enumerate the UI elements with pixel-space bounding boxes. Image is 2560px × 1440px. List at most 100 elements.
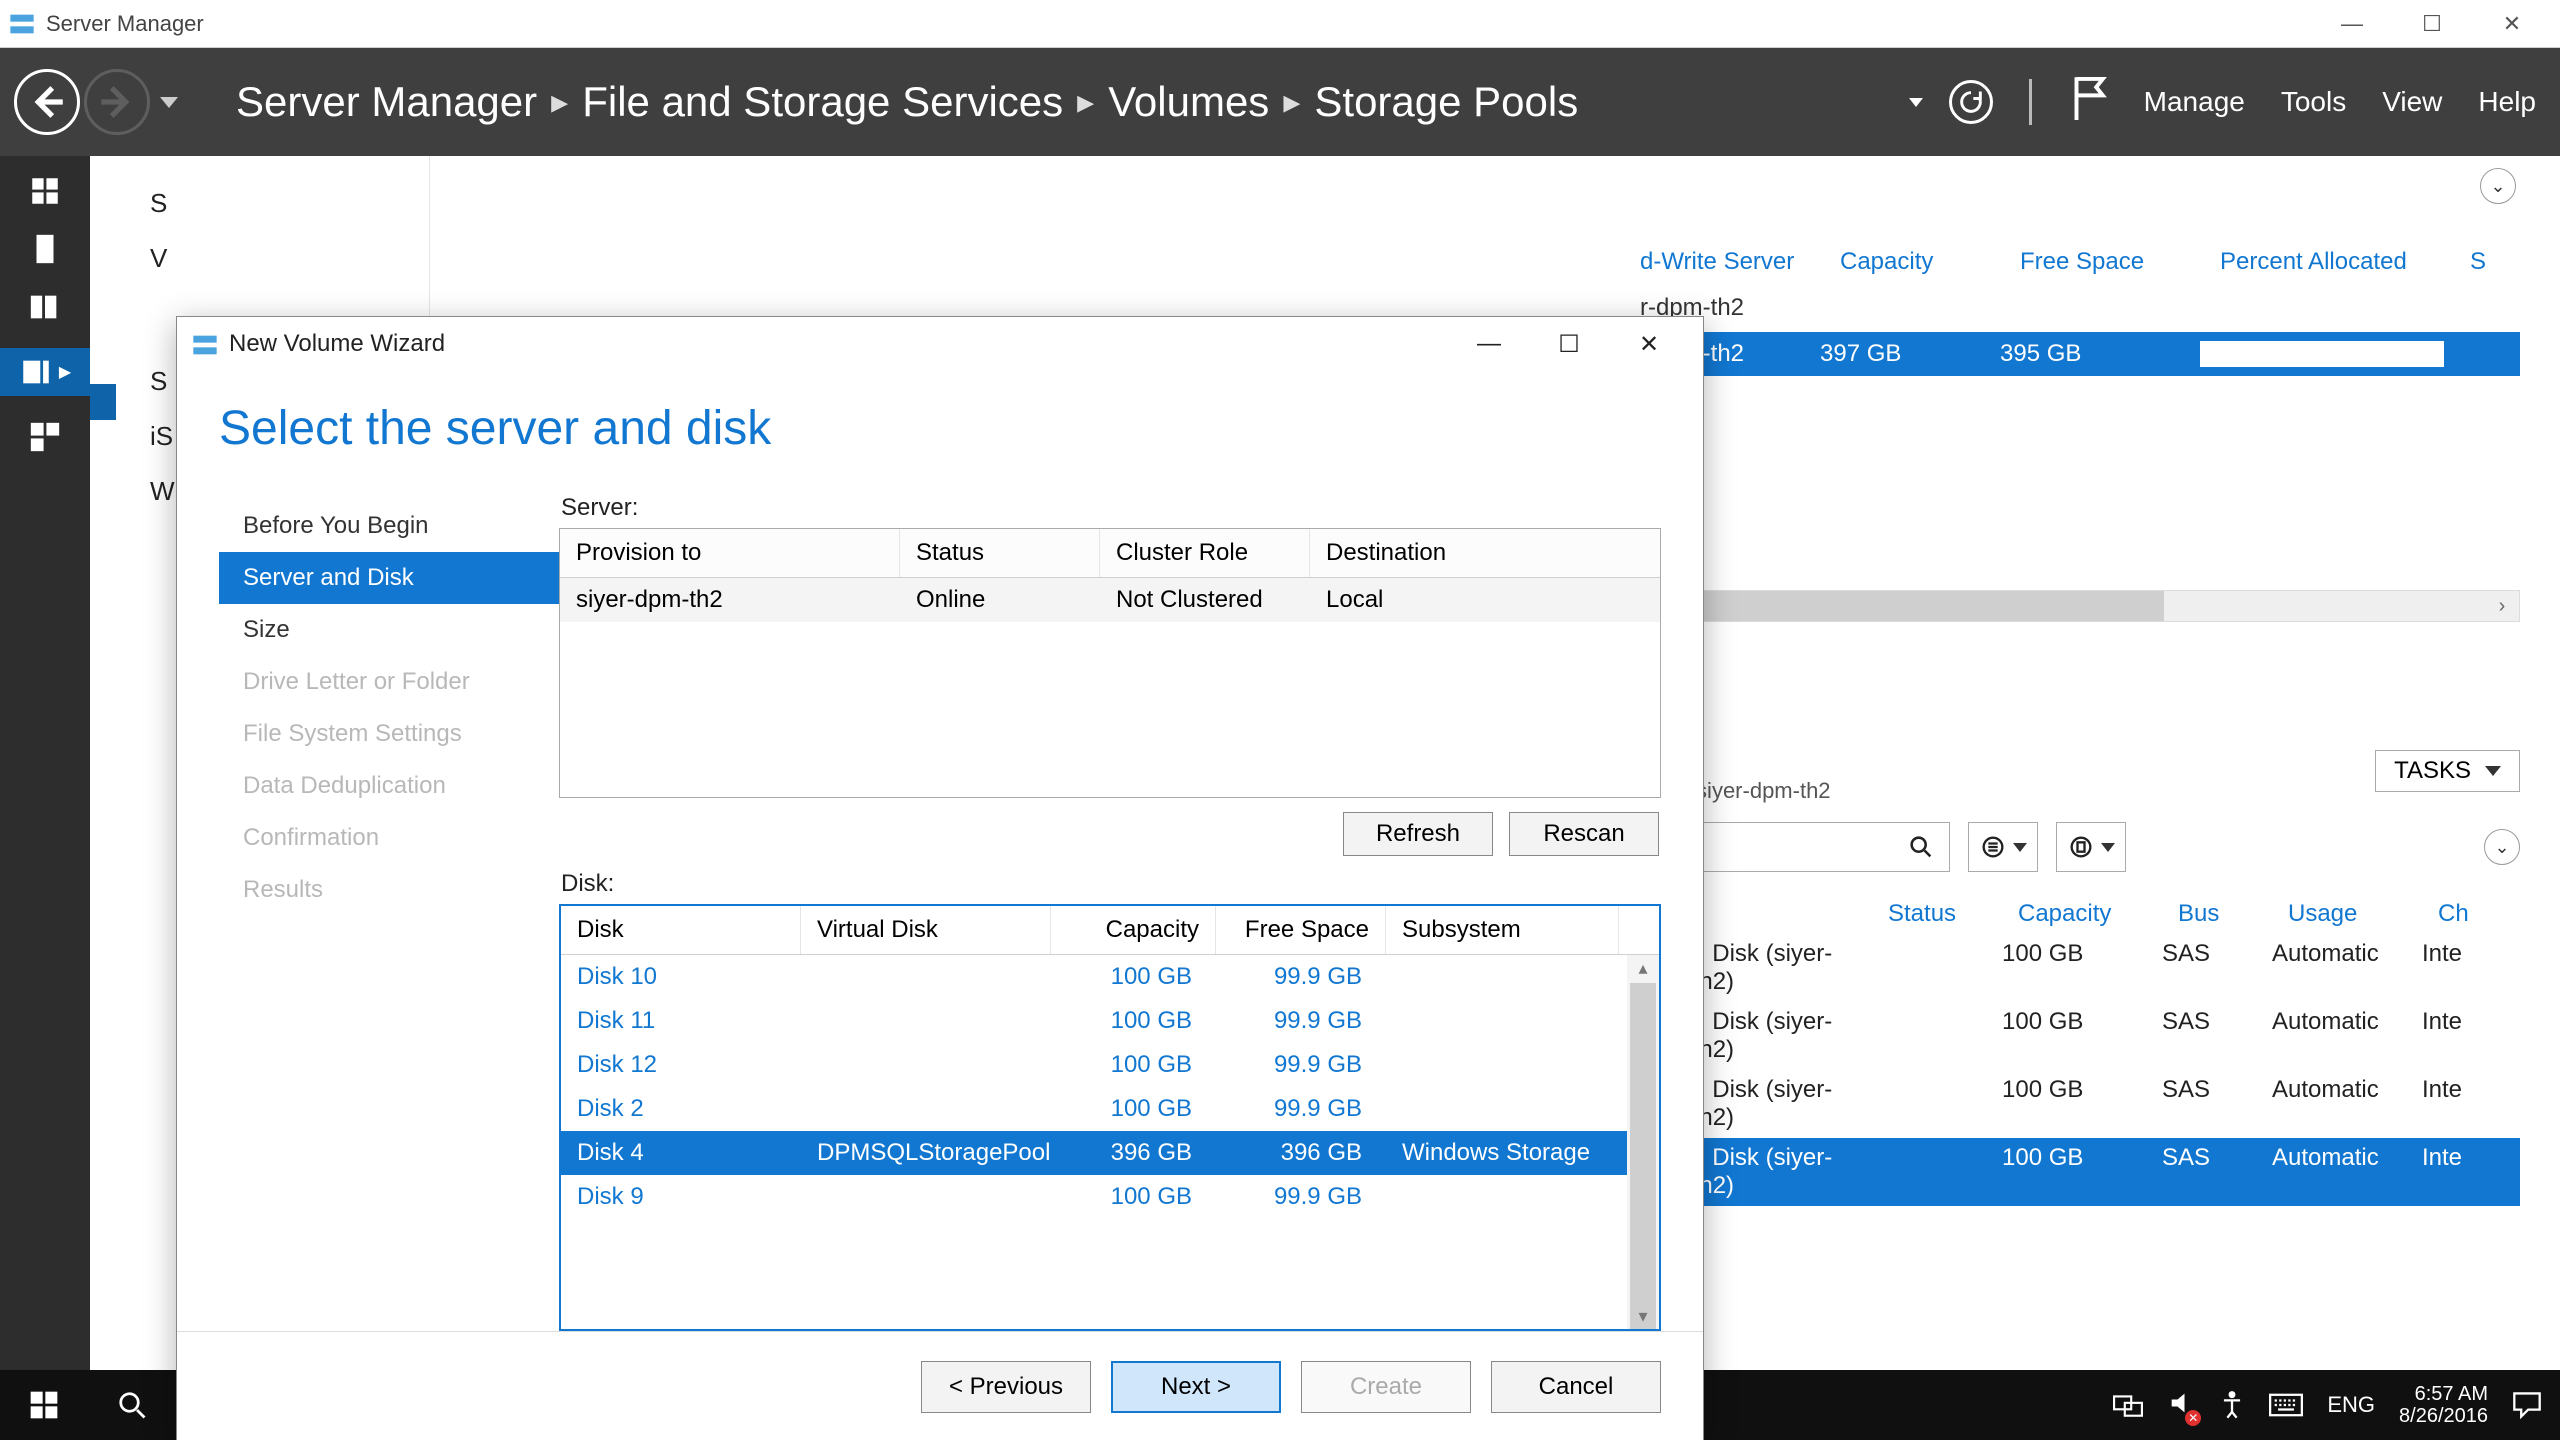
tray-volume-icon[interactable]: ✕ xyxy=(2167,1389,2195,1422)
header-dropdown-icon[interactable] xyxy=(1909,98,1923,107)
vdisk-status xyxy=(1872,1076,2002,1132)
expand-toggle[interactable]: ⌄ xyxy=(2484,829,2520,865)
disks-panel-row[interactable]: Virtual Disk (siyer-dpm-th2)100 GBSASAut… xyxy=(1630,934,2520,1002)
scol-role[interactable]: Cluster Role xyxy=(1100,529,1310,577)
menu-manage[interactable]: Manage xyxy=(2144,86,2245,118)
disk-name: Disk 4 xyxy=(561,1131,801,1175)
disk-row[interactable]: Disk 12100 GB99.9 GB xyxy=(561,1043,1659,1087)
server-row[interactable]: siyer-dpm-th2 Online Not Clustered Local xyxy=(560,578,1660,622)
crumb-2[interactable]: Volumes xyxy=(1108,78,1269,126)
menu-view[interactable]: View xyxy=(2382,86,2442,118)
host-close-button[interactable]: ✕ xyxy=(2472,0,2552,48)
disk-grid: Disk Virtual Disk Capacity Free Space Su… xyxy=(559,904,1661,1331)
disk-capacity: 100 GB xyxy=(1051,955,1216,999)
pool-row-selected[interactable]: r-dpm-th2 397 GB 395 GB xyxy=(1630,332,2520,376)
disk-subsystem xyxy=(1386,999,1619,1043)
dcol-ch[interactable]: Ch xyxy=(2430,894,2520,934)
scroll-up-arrow[interactable]: ▴ xyxy=(1627,955,1659,981)
tray-action-center-icon[interactable] xyxy=(2512,1391,2542,1419)
nav-item-1[interactable]: V xyxy=(150,241,429,276)
disk-subsystem xyxy=(1386,1087,1619,1131)
dcol-bus[interactable]: Bus xyxy=(2170,894,2280,934)
dcol-capacity[interactable]: Capacity xyxy=(1051,906,1216,954)
col-server[interactable]: d-Write Server xyxy=(1630,242,1830,282)
disks-panel-row[interactable]: Virtual Disk (siyer-dpm-th2)100 GBSASAut… xyxy=(1630,1138,2520,1206)
vdisk-usage: Automatic xyxy=(2272,1008,2422,1064)
filter-list-button[interactable] xyxy=(1968,822,2038,872)
host-maximize-button[interactable]: ☐ xyxy=(2392,0,2472,48)
dialog-maximize-button[interactable]: ☐ xyxy=(1529,317,1609,371)
crumb-root[interactable]: Server Manager xyxy=(236,78,537,126)
col-capacity[interactable]: Capacity xyxy=(1830,242,2010,282)
wizard-step-2[interactable]: Size xyxy=(219,604,559,656)
disk-row[interactable]: Disk 4DPMSQLStoragePool396 GB396 GBWindo… xyxy=(561,1131,1659,1175)
dialog-close-button[interactable]: ✕ xyxy=(1609,317,1689,371)
disks-panel-row[interactable]: Virtual Disk (siyer-dpm-th2)100 GBSASAut… xyxy=(1630,1070,2520,1138)
wizard-step-1[interactable]: Server and Disk xyxy=(219,552,559,604)
rescan-button[interactable]: Rescan xyxy=(1509,812,1659,856)
tray-clock[interactable]: 6:57 AM 8/26/2016 xyxy=(2399,1383,2488,1427)
rail-item-5-icon[interactable] xyxy=(25,420,65,454)
menu-help[interactable]: Help xyxy=(2478,86,2536,118)
wizard-step-0[interactable]: Before You Begin xyxy=(219,500,559,552)
nav-history-dropdown[interactable] xyxy=(160,97,178,108)
disks-panel-row[interactable]: Virtual Disk (siyer-dpm-th2)100 GBSASAut… xyxy=(1630,1002,2520,1070)
dcol-free[interactable]: Free Space xyxy=(1216,906,1386,954)
scroll-thumb[interactable] xyxy=(1630,983,1656,1329)
rail-dashboard-icon[interactable] xyxy=(25,174,65,208)
host-minimize-button[interactable]: — xyxy=(2312,0,2392,48)
col-s[interactable]: S xyxy=(2460,242,2520,282)
crumb-3[interactable]: Storage Pools xyxy=(1314,78,1578,126)
disk-row[interactable]: Disk 11100 GB99.9 GB xyxy=(561,999,1659,1043)
scrollbar-right-arrow[interactable]: › xyxy=(2485,591,2519,621)
next-button[interactable]: Next > xyxy=(1111,1361,1281,1413)
tray-language[interactable]: ENG xyxy=(2327,1392,2375,1418)
scol-provision[interactable]: Provision to xyxy=(560,529,900,577)
nav-item-0[interactable]: S xyxy=(150,186,429,221)
vdisk-capacity: 100 GB xyxy=(2002,1008,2162,1064)
menu-tools[interactable]: Tools xyxy=(2281,86,2346,118)
chevron-down-icon xyxy=(2101,843,2115,852)
vdisk-bus: SAS xyxy=(2162,1144,2272,1200)
dcol-vdisk[interactable]: Virtual Disk xyxy=(801,906,1051,954)
collapse-toggle[interactable]: ⌄ xyxy=(2480,168,2516,204)
tray-network-icon[interactable] xyxy=(2113,1392,2143,1418)
scol-status[interactable]: Status xyxy=(900,529,1100,577)
dialog-title: New Volume Wizard xyxy=(229,330,445,358)
disk-grid-scrollbar[interactable]: ▴ ▾ xyxy=(1627,955,1659,1329)
rail-local-server-icon[interactable] xyxy=(25,232,65,266)
dcol-disk[interactable]: Disk xyxy=(561,906,801,954)
disk-row[interactable]: Disk 10100 GB99.9 GB xyxy=(561,955,1659,999)
start-button[interactable] xyxy=(0,1370,88,1440)
col-free[interactable]: Free Space xyxy=(2010,242,2210,282)
scol-dest[interactable]: Destination xyxy=(1310,529,1660,577)
dcol-status[interactable]: Status xyxy=(1880,894,2010,934)
tray-keyboard-icon[interactable] xyxy=(2269,1393,2303,1417)
previous-button[interactable]: < Previous xyxy=(921,1361,1091,1413)
tray-accessibility-icon[interactable] xyxy=(2219,1390,2245,1420)
scrollbar-thumb[interactable] xyxy=(1631,591,2164,621)
nav-back-button[interactable] xyxy=(14,69,80,135)
tasks-dropdown[interactable]: TASKS xyxy=(2375,750,2520,792)
disk-vdisk: DPMSQLStoragePool xyxy=(801,1131,1051,1175)
crumb-1[interactable]: File and Storage Services xyxy=(582,78,1063,126)
notifications-flag-icon[interactable] xyxy=(2068,74,2108,130)
dialog-minimize-button[interactable]: — xyxy=(1449,317,1529,371)
filter-save-button[interactable] xyxy=(2056,822,2126,872)
disk-row[interactable]: Disk 9100 GB99.9 GB xyxy=(561,1175,1659,1219)
rail-all-servers-icon[interactable] xyxy=(25,290,65,324)
vdisk-usage: Automatic xyxy=(2272,1076,2422,1132)
disk-row[interactable]: Disk 2100 GB99.9 GB xyxy=(561,1087,1659,1131)
refresh-button[interactable] xyxy=(1949,80,1993,124)
horizontal-scrollbar[interactable]: › xyxy=(1630,590,2520,622)
refresh-button[interactable]: Refresh xyxy=(1343,812,1493,856)
disk-vdisk xyxy=(801,955,1051,999)
dcol-usage[interactable]: Usage xyxy=(2280,894,2430,934)
scroll-down-arrow[interactable]: ▾ xyxy=(1627,1303,1659,1329)
cancel-button[interactable]: Cancel xyxy=(1491,1361,1661,1413)
dcol-capacity[interactable]: Capacity xyxy=(2010,894,2170,934)
search-button[interactable] xyxy=(88,1370,176,1440)
rail-file-storage-icon[interactable]: ▶ xyxy=(0,348,90,396)
col-percent[interactable]: Percent Allocated xyxy=(2210,242,2460,282)
dcol-subsys[interactable]: Subsystem xyxy=(1386,906,1619,954)
